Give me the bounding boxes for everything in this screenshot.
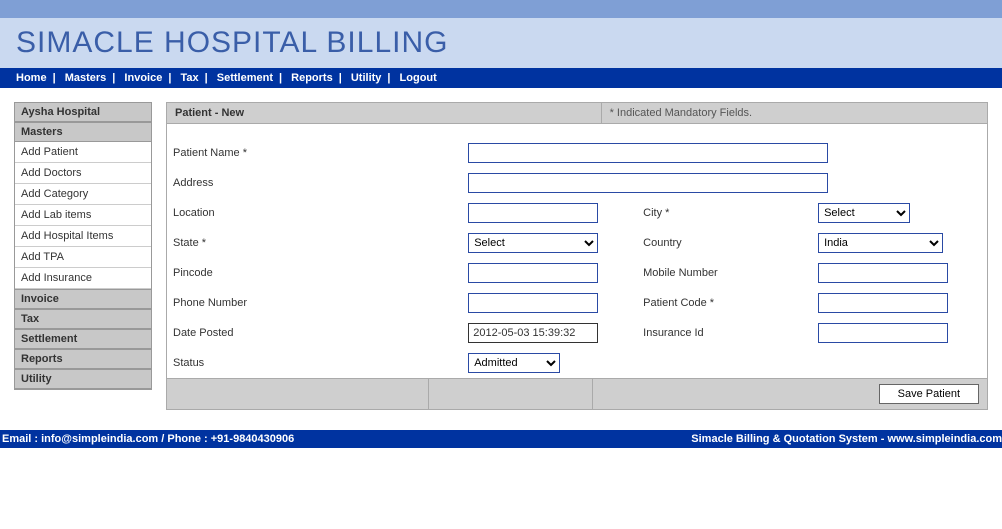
label-state: State *: [167, 228, 462, 258]
header: SIMACLE HOSPITAL BILLING: [0, 18, 1002, 68]
location-input[interactable]: [468, 203, 598, 223]
phone-input[interactable]: [468, 293, 598, 313]
date-posted-input[interactable]: [468, 323, 598, 343]
label-phone: Phone Number: [167, 288, 462, 318]
sidebar-item-add-tpa[interactable]: Add TPA: [15, 247, 151, 268]
label-patient-code: Patient Code *: [637, 288, 812, 318]
label-status: Status: [167, 348, 462, 378]
nav-masters[interactable]: Masters: [65, 72, 107, 84]
white-strip: [167, 124, 987, 138]
sidebar-item-add-hospital-items[interactable]: Add Hospital Items: [15, 226, 151, 247]
city-select[interactable]: Select: [818, 203, 910, 223]
state-select[interactable]: Select: [468, 233, 598, 253]
sidebar-settlement-hd[interactable]: Settlement: [15, 329, 151, 349]
top-nav: Home| Masters| Invoice| Tax| Settlement|…: [0, 68, 1002, 88]
pincode-input[interactable]: [468, 263, 598, 283]
nav-settlement[interactable]: Settlement: [217, 72, 273, 84]
button-row: Save Patient: [167, 378, 987, 409]
save-patient-button[interactable]: Save Patient: [879, 384, 979, 404]
sidebar-masters-hd[interactable]: Masters: [15, 122, 151, 142]
sidebar-tax-hd[interactable]: Tax: [15, 309, 151, 329]
label-patient-name: Patient Name *: [167, 138, 462, 168]
sidebar-hospital-name: Aysha Hospital: [15, 103, 151, 122]
mobile-input[interactable]: [818, 263, 948, 283]
panel-title: Patient - New: [167, 103, 602, 123]
app-title: SIMACLE HOSPITAL BILLING: [16, 26, 986, 60]
patient-name-input[interactable]: [468, 143, 828, 163]
label-pincode: Pincode: [167, 258, 462, 288]
sidebar-item-add-patient[interactable]: Add Patient: [15, 142, 151, 163]
address-input[interactable]: [468, 173, 828, 193]
patient-code-input[interactable]: [818, 293, 948, 313]
label-country: Country: [637, 228, 812, 258]
sidebar-item-add-lab-items[interactable]: Add Lab items: [15, 205, 151, 226]
nav-invoice[interactable]: Invoice: [124, 72, 162, 84]
sidebar-item-add-category[interactable]: Add Category: [15, 184, 151, 205]
label-mobile: Mobile Number: [637, 258, 812, 288]
sidebar: Aysha Hospital Masters Add Patient Add D…: [14, 102, 152, 390]
sidebar-item-add-doctors[interactable]: Add Doctors: [15, 163, 151, 184]
nav-reports[interactable]: Reports: [291, 72, 333, 84]
nav-utility[interactable]: Utility: [351, 72, 382, 84]
nav-tax[interactable]: Tax: [180, 72, 198, 84]
top-band: [0, 0, 1002, 18]
sidebar-item-add-insurance[interactable]: Add Insurance: [15, 268, 151, 289]
sidebar-utility-hd[interactable]: Utility: [15, 369, 151, 389]
label-insurance-id: Insurance Id: [637, 318, 812, 348]
footer-product: Simacle Billing & Quotation System - www…: [691, 433, 1002, 445]
main-container: Aysha Hospital Masters Add Patient Add D…: [0, 88, 1002, 430]
panel-hint: * Indicated Mandatory Fields.: [602, 103, 987, 123]
label-address: Address: [167, 168, 462, 198]
sidebar-invoice-hd[interactable]: Invoice: [15, 289, 151, 309]
nav-home[interactable]: Home: [16, 72, 47, 84]
footer: Email : info@simpleindia.com / Phone : +…: [0, 430, 1002, 448]
sidebar-reports-hd[interactable]: Reports: [15, 349, 151, 369]
form-table: Patient Name * Address Location: [167, 138, 987, 378]
footer-contact: Email : info@simpleindia.com / Phone : +…: [0, 433, 294, 445]
panel-header: Patient - New * Indicated Mandatory Fiel…: [167, 103, 987, 124]
label-location: Location: [167, 198, 462, 228]
label-date-posted: Date Posted: [167, 318, 462, 348]
country-select[interactable]: India: [818, 233, 943, 253]
label-city: City *: [637, 198, 812, 228]
insurance-id-input[interactable]: [818, 323, 948, 343]
main-panel: Patient - New * Indicated Mandatory Fiel…: [166, 102, 988, 410]
nav-logout[interactable]: Logout: [400, 72, 437, 84]
patient-form-panel: Patient - New * Indicated Mandatory Fiel…: [166, 102, 988, 410]
status-select[interactable]: Admitted: [468, 353, 560, 373]
